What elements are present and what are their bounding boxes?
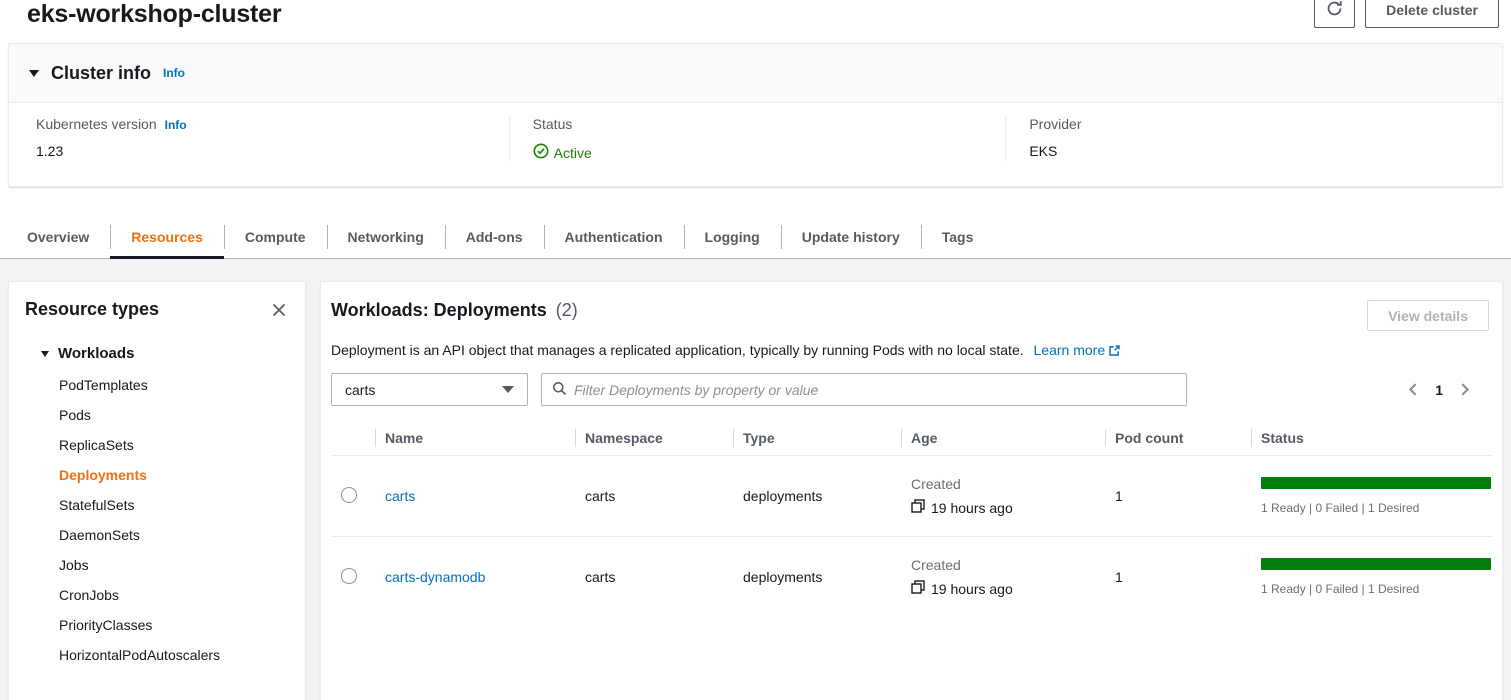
age-cell: Created 19 hours ago: [901, 456, 1105, 537]
tab-tags[interactable]: Tags: [921, 216, 995, 258]
sidebar-item-statefulsets[interactable]: StatefulSets: [59, 490, 289, 520]
pod-count-cell: 1: [1105, 456, 1251, 537]
sidebar-item-horizontalpodautoscalers[interactable]: HorizontalPodAutoscalers: [59, 640, 289, 670]
page-header-section: eks-workshop-cluster Delete cluster Clus…: [0, 0, 1511, 259]
deployments-panel: Workloads: Deployments (2) View details …: [320, 281, 1503, 700]
copy-icon: [911, 580, 925, 597]
tab-update-history[interactable]: Update history: [781, 216, 921, 258]
row-radio-button[interactable]: [341, 487, 357, 503]
next-page-button[interactable]: [1459, 382, 1472, 397]
search-input[interactable]: [574, 382, 1176, 398]
sidebar-item-jobs[interactable]: Jobs: [59, 550, 289, 580]
status-check-icon: [533, 143, 549, 162]
tab-networking[interactable]: Networking: [327, 216, 445, 258]
chevron-down-icon: [502, 386, 514, 393]
chevron-down-icon: [41, 351, 49, 357]
resource-types-panel: Resource types Workloads PodTemplates Po…: [8, 281, 306, 700]
namespace-cell: carts: [575, 456, 733, 537]
tab-add-ons[interactable]: Add-ons: [445, 216, 544, 258]
chevron-down-icon: [29, 70, 39, 77]
tab-resources[interactable]: Resources: [110, 216, 224, 258]
kubernetes-version-field: Kubernetes version Info 1.23: [9, 116, 509, 162]
resource-type-list: PodTemplates Pods ReplicaSets Deployment…: [59, 370, 289, 670]
status-cell: 1 Ready | 0 Failed | 1 Desired: [1251, 456, 1492, 537]
workloads-group-toggle[interactable]: Workloads: [41, 345, 289, 362]
provider-label: Provider: [1029, 116, 1081, 132]
sidebar-item-priorityclasses[interactable]: PriorityClasses: [59, 610, 289, 640]
column-header-name: Name: [375, 421, 575, 456]
column-header-type: Type: [733, 421, 901, 456]
column-header-status: Status: [1251, 421, 1492, 456]
header-actions: Delete cluster: [1314, 0, 1499, 28]
refresh-button[interactable]: [1314, 0, 1355, 28]
sidebar-item-podtemplates[interactable]: PodTemplates: [59, 370, 289, 400]
workloads-group-label: Workloads: [58, 345, 134, 362]
deployments-count: (2): [556, 300, 578, 320]
column-header-age: Age: [901, 421, 1105, 456]
deployments-table: Name Namespace Type Age Pod count Status…: [331, 421, 1492, 618]
table-row: carts-dynamodb carts deployments Created…: [331, 537, 1492, 618]
status-caption: 1 Ready | 0 Failed | 1 Desired: [1261, 582, 1482, 596]
status-cell: 1 Ready | 0 Failed | 1 Desired: [1251, 537, 1492, 618]
cluster-info-expander[interactable]: Cluster info Info: [9, 44, 1502, 103]
tab-overview[interactable]: Overview: [6, 216, 110, 258]
status-bar: [1261, 477, 1491, 489]
resource-types-title: Resource types: [25, 299, 159, 320]
type-cell: deployments: [733, 537, 901, 618]
pod-count-cell: 1: [1105, 537, 1251, 618]
sidebar-item-cronjobs[interactable]: CronJobs: [59, 580, 289, 610]
selection-column-header: [331, 421, 375, 456]
copy-icon: [911, 499, 925, 516]
provider-value: EKS: [1029, 143, 1475, 159]
search-icon: [552, 381, 567, 399]
deployment-link[interactable]: carts: [385, 488, 415, 504]
row-radio-button[interactable]: [341, 568, 357, 584]
type-cell: deployments: [733, 456, 901, 537]
status-bar: [1261, 558, 1491, 570]
panel-title: Workloads: Deployments (2): [331, 300, 578, 321]
tab-authentication[interactable]: Authentication: [544, 216, 684, 258]
status-label: Status: [533, 116, 573, 132]
namespace-cell: carts: [575, 537, 733, 618]
refresh-icon: [1326, 0, 1343, 20]
learn-more-link[interactable]: Learn more: [1034, 342, 1122, 358]
provider-field: Provider EKS: [1005, 116, 1502, 162]
current-page-number: 1: [1435, 382, 1443, 398]
sidebar-item-deployments[interactable]: Deployments: [59, 460, 289, 490]
tab-logging[interactable]: Logging: [684, 216, 781, 258]
column-header-namespace: Namespace: [575, 421, 733, 456]
status-value: Active: [554, 145, 592, 161]
search-box: [541, 373, 1187, 406]
kubernetes-version-label: Kubernetes version: [36, 116, 157, 132]
tab-compute[interactable]: Compute: [224, 216, 327, 258]
filter-dropdown-value: carts: [345, 382, 375, 398]
kubernetes-version-info-link[interactable]: Info: [165, 118, 187, 132]
page-title: eks-workshop-cluster: [27, 0, 281, 28]
cluster-info-card: Cluster info Info Kubernetes version Inf…: [8, 43, 1503, 187]
status-caption: 1 Ready | 0 Failed | 1 Desired: [1261, 501, 1482, 515]
kubernetes-version-value: 1.23: [36, 143, 482, 159]
cluster-tabs: Overview Resources Compute Networking Ad…: [0, 216, 1511, 259]
sidebar-item-pods[interactable]: Pods: [59, 400, 289, 430]
column-header-pod-count: Pod count: [1105, 421, 1251, 456]
cluster-info-info-link[interactable]: Info: [163, 66, 185, 80]
cluster-info-title: Cluster info: [51, 63, 151, 84]
sidebar-item-daemonsets[interactable]: DaemonSets: [59, 520, 289, 550]
sidebar-item-replicasets[interactable]: ReplicaSets: [59, 430, 289, 460]
age-cell: Created 19 hours ago: [901, 537, 1105, 618]
pagination: 1: [1406, 382, 1492, 398]
panel-description: Deployment is an API object that manages…: [331, 342, 1492, 360]
previous-page-button[interactable]: [1406, 382, 1419, 397]
filter-dropdown[interactable]: carts: [331, 373, 528, 406]
status-field: Status Active: [509, 116, 1006, 162]
view-details-button[interactable]: View details: [1367, 300, 1489, 331]
delete-cluster-button[interactable]: Delete cluster: [1365, 0, 1499, 28]
table-row: carts carts deployments Created 19 hours…: [331, 456, 1492, 537]
deployment-link[interactable]: carts-dynamodb: [385, 569, 485, 585]
external-link-icon: [1108, 344, 1121, 360]
close-icon[interactable]: [269, 300, 289, 320]
